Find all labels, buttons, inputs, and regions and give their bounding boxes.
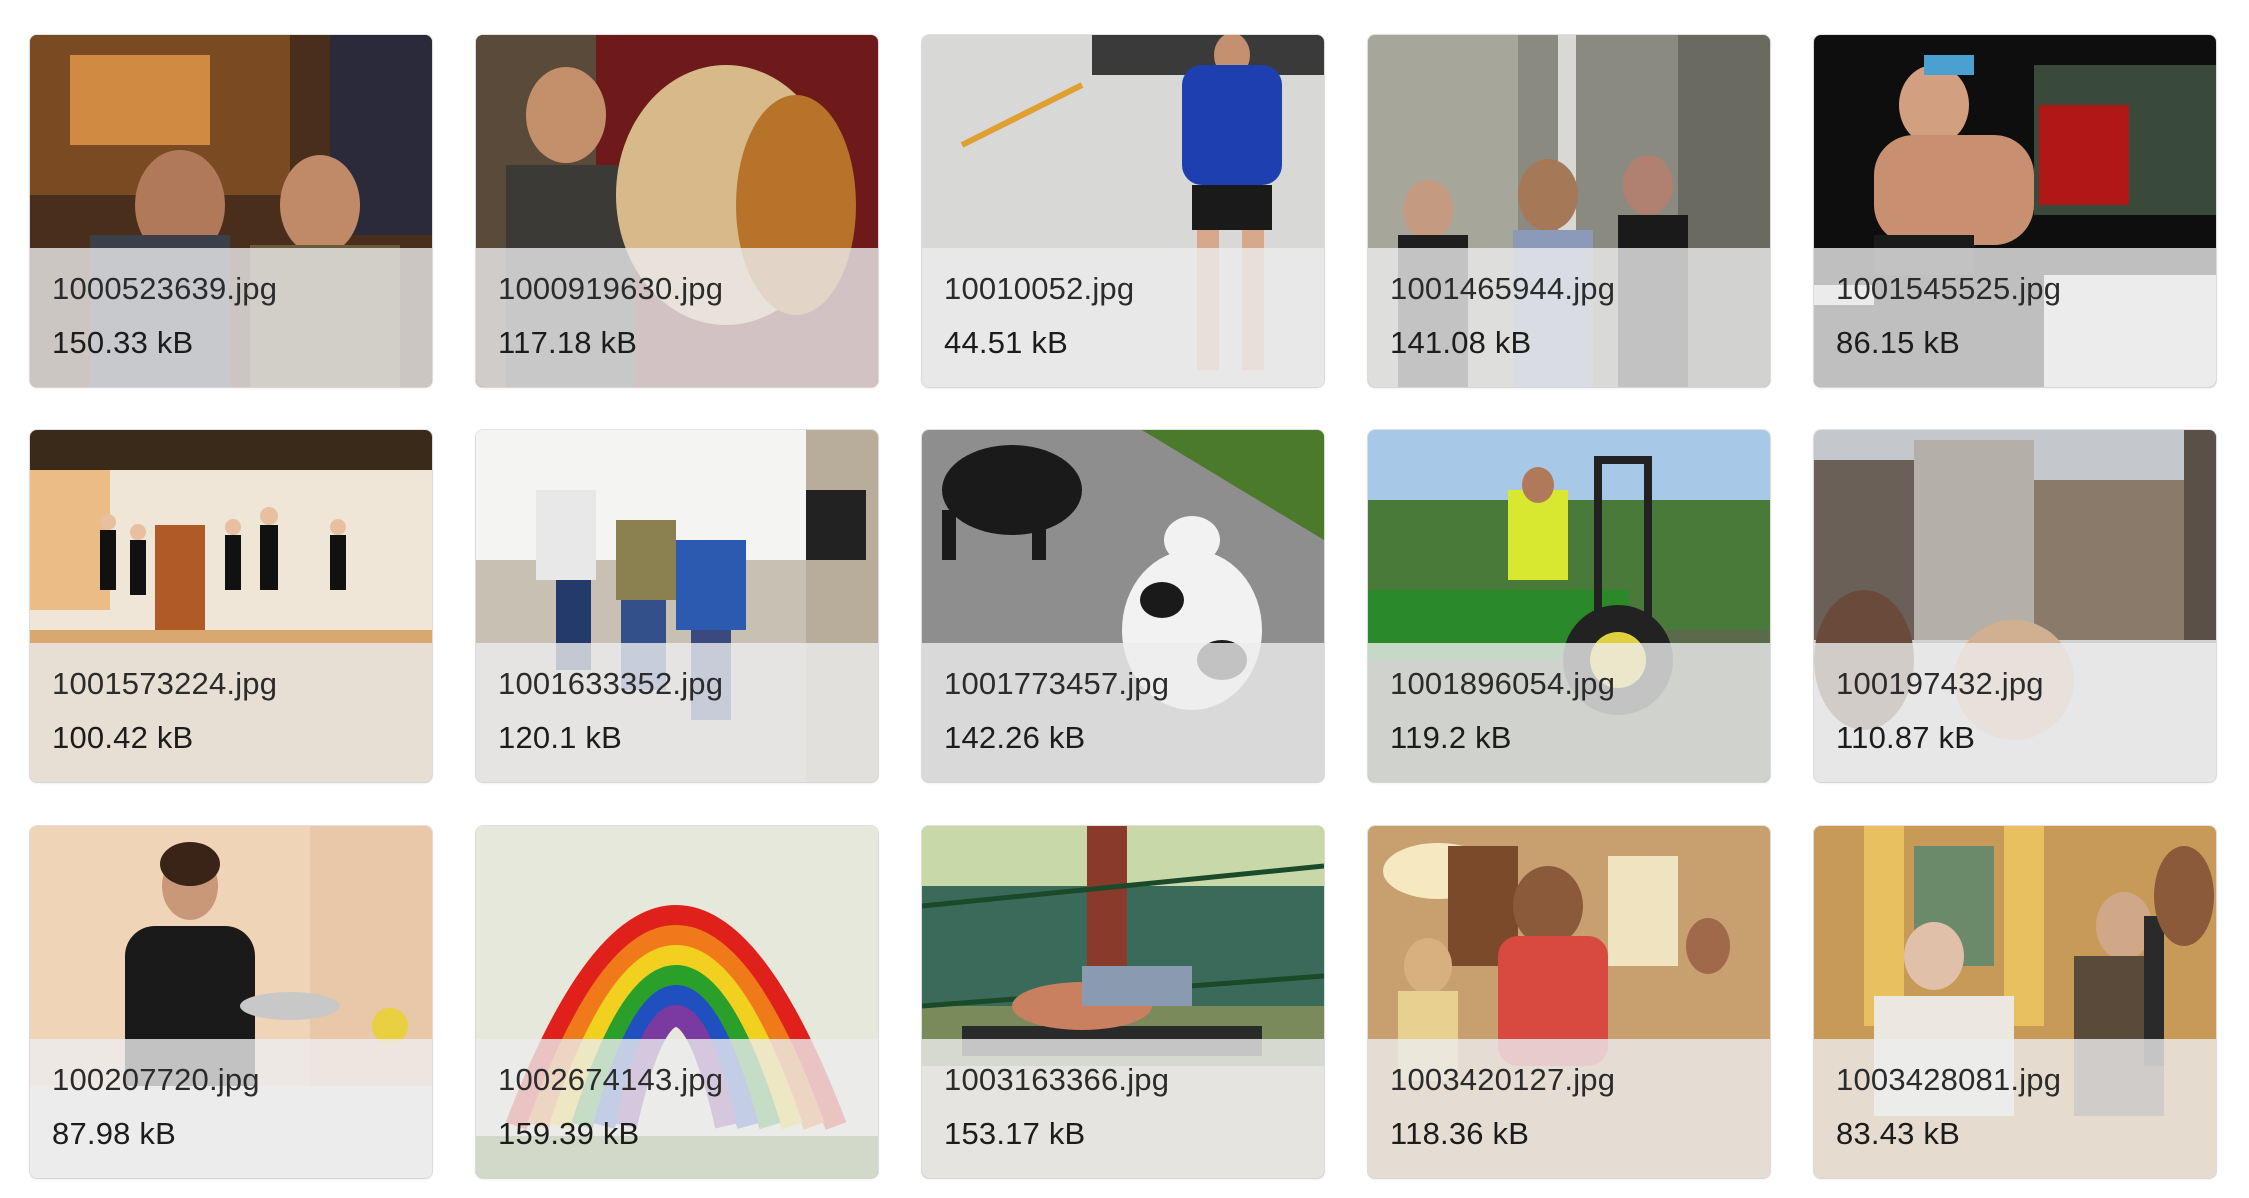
gallery-card[interactable]: 1001465944.jpg 141.08 kB [1368, 35, 1770, 387]
image-filename: 1002674143.jpg [498, 1062, 724, 1097]
gallery-card[interactable]: 1001773457.jpg 142.26 kB [922, 430, 1324, 782]
image-filesize: 159.39 kB [498, 1116, 640, 1151]
image-filename: 1001896054.jpg [1390, 666, 1616, 701]
image-filename: 100197432.jpg [1836, 666, 2044, 701]
gallery-card[interactable]: 1002674143.jpg 159.39 kB [476, 826, 878, 1178]
image-filename: 1000523639.jpg [52, 271, 278, 306]
image-info-overlay: 1001573224.jpg 100.42 kB [30, 643, 432, 782]
image-filename: 1001573224.jpg [52, 666, 278, 701]
image-filesize: 150.33 kB [52, 325, 194, 360]
gallery-card[interactable]: 1003163366.jpg 153.17 kB [922, 826, 1324, 1178]
image-filename: 10010052.jpg [944, 271, 1135, 306]
image-info-overlay: 1001896054.jpg 119.2 kB [1368, 643, 1770, 782]
image-info-overlay: 1002674143.jpg 159.39 kB [476, 1039, 878, 1178]
gallery-card[interactable]: 10010052.jpg 44.51 kB [922, 35, 1324, 387]
image-filesize: 83.43 kB [1836, 1116, 1960, 1151]
image-info-overlay: 1003163366.jpg 153.17 kB [922, 1039, 1324, 1178]
image-filename: 1001633352.jpg [498, 666, 724, 701]
image-filesize: 141.08 kB [1390, 325, 1532, 360]
image-filesize: 86.15 kB [1836, 325, 1960, 360]
image-filename: 1001545525.jpg [1836, 271, 2062, 306]
image-filename: 1001773457.jpg [944, 666, 1170, 701]
image-filesize: 100.42 kB [52, 720, 194, 755]
image-info-overlay: 1003428081.jpg 83.43 kB [1814, 1039, 2216, 1178]
image-filesize: 87.98 kB [52, 1116, 176, 1151]
image-filesize: 117.18 kB [498, 325, 638, 360]
image-filename: 100207720.jpg [52, 1062, 260, 1097]
gallery-card[interactable]: 1001573224.jpg 100.42 kB [30, 430, 432, 782]
image-filename: 1003428081.jpg [1836, 1062, 2062, 1097]
image-filesize: 118.36 kB [1390, 1116, 1530, 1151]
image-info-overlay: 1001773457.jpg 142.26 kB [922, 643, 1324, 782]
image-info-overlay: 1001633352.jpg 120.1 kB [476, 643, 878, 782]
image-gallery-grid: 1000523639.jpg 150.33 kB 1000919630.jpg … [0, 0, 2249, 1198]
image-info-overlay: 100197432.jpg 110.87 kB [1814, 643, 2216, 782]
gallery-card[interactable]: 1000523639.jpg 150.33 kB [30, 35, 432, 387]
image-info-overlay: 1001465944.jpg 141.08 kB [1368, 248, 1770, 387]
image-info-overlay: 1001545525.jpg 86.15 kB [1814, 248, 2216, 387]
gallery-card[interactable]: 1003428081.jpg 83.43 kB [1814, 826, 2216, 1178]
image-filename: 1001465944.jpg [1390, 271, 1616, 306]
gallery-card[interactable]: 100207720.jpg 87.98 kB [30, 826, 432, 1178]
image-filesize: 119.2 kB [1390, 720, 1512, 755]
gallery-card[interactable]: 1001633352.jpg 120.1 kB [476, 430, 878, 782]
image-filename: 1000919630.jpg [498, 271, 724, 306]
image-info-overlay: 1000523639.jpg 150.33 kB [30, 248, 432, 387]
image-filename: 1003163366.jpg [944, 1062, 1170, 1097]
image-filesize: 153.17 kB [944, 1116, 1086, 1151]
image-info-overlay: 1003420127.jpg 118.36 kB [1368, 1039, 1770, 1178]
image-filename: 1003420127.jpg [1390, 1062, 1616, 1097]
image-info-overlay: 1000919630.jpg 117.18 kB [476, 248, 878, 387]
gallery-card[interactable]: 1001896054.jpg 119.2 kB [1368, 430, 1770, 782]
image-filesize: 120.1 kB [498, 720, 622, 755]
image-info-overlay: 100207720.jpg 87.98 kB [30, 1039, 432, 1178]
gallery-card[interactable]: 1000919630.jpg 117.18 kB [476, 35, 878, 387]
gallery-card[interactable]: 1001545525.jpg 86.15 kB [1814, 35, 2216, 387]
image-filesize: 44.51 kB [944, 325, 1068, 360]
image-filesize: 142.26 kB [944, 720, 1086, 755]
image-filesize: 110.87 kB [1836, 720, 1976, 755]
gallery-card[interactable]: 100197432.jpg 110.87 kB [1814, 430, 2216, 782]
image-info-overlay: 10010052.jpg 44.51 kB [922, 248, 1324, 387]
gallery-card[interactable]: 1003420127.jpg 118.36 kB [1368, 826, 1770, 1178]
